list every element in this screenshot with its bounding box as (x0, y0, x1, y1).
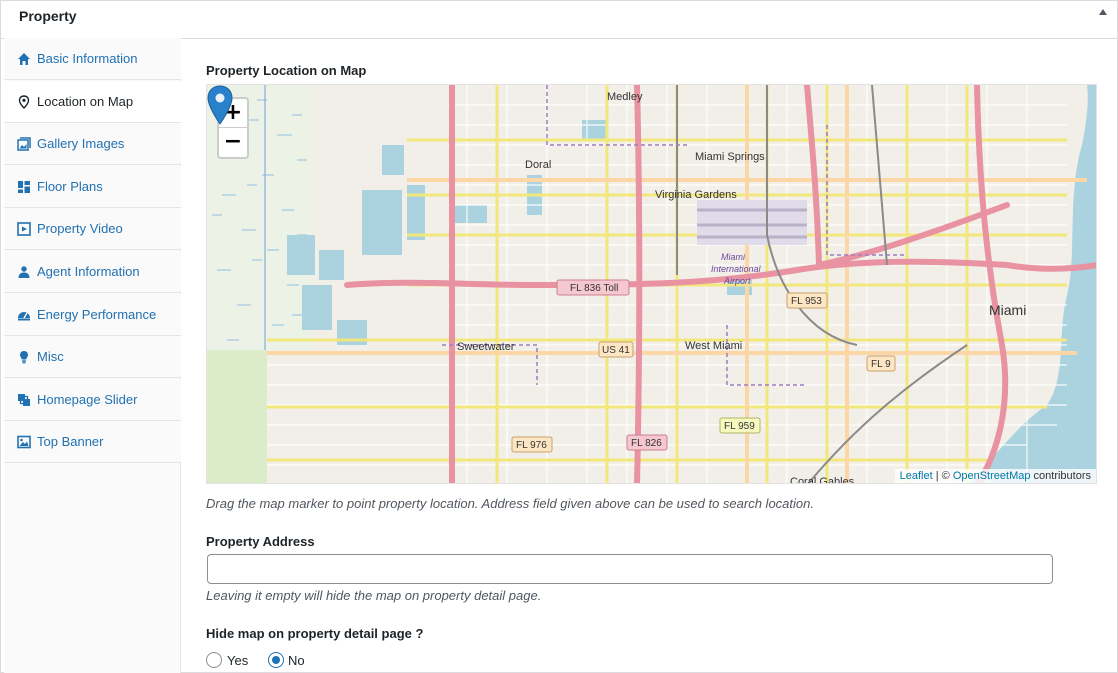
tab-agent-information[interactable]: Agent Information (4, 251, 181, 293)
leaflet-link[interactable]: Leaflet (900, 470, 933, 482)
image-icon (17, 435, 31, 449)
map-label-airport-miami: Miami (721, 252, 746, 262)
property-address-label: Property Address (206, 534, 315, 549)
gallery-icon (17, 137, 31, 151)
tab-location-on-map[interactable]: Location on Map (4, 81, 182, 123)
map-attribution: Leaflet | © OpenStreetMap contributors (894, 469, 1096, 483)
map-label-miami: Miami (989, 302, 1026, 318)
shield-fl-976: FL 976 (516, 440, 547, 451)
tab-label: Top Banner (37, 434, 104, 449)
hide-map-yes-radio[interactable] (206, 652, 222, 668)
agent-icon (18, 266, 30, 278)
video-icon (17, 222, 31, 236)
collapse-arrow-icon[interactable] (1099, 9, 1107, 15)
shield-us-41: US 41 (602, 345, 630, 356)
hide-map-no-label[interactable]: No (288, 653, 305, 668)
map-label-miami-springs: Miami Springs (695, 151, 765, 163)
tab-label: Gallery Images (37, 136, 125, 151)
map-label-doral: Doral (525, 159, 551, 171)
tab-label: Basic Information (37, 51, 138, 66)
map-label-sweetwater: Sweetwater (457, 341, 515, 353)
map-help-text: Drag the map marker to point property lo… (206, 496, 814, 511)
attribution-separator: | © (932, 470, 953, 482)
tab-label: Location on Map (37, 94, 134, 109)
hide-map-yes-label[interactable]: Yes (227, 653, 248, 668)
tab-label: Property Video (37, 221, 123, 236)
tab-label: Energy Performance (37, 307, 157, 322)
tab-label: Homepage Slider (37, 392, 138, 407)
map-section-label: Property Location on Map (206, 63, 367, 78)
map-label-west-miami: West Miami (685, 340, 742, 352)
property-address-input[interactable] (207, 554, 1053, 584)
tab-gallery-images[interactable]: Gallery Images (4, 123, 181, 165)
tab-misc[interactable]: Misc (4, 336, 181, 378)
tab-top-banner[interactable]: Top Banner (4, 421, 181, 463)
zoom-out-button[interactable]: − (219, 128, 247, 157)
metabox-header[interactable]: Property (1, 1, 1117, 39)
tab-homepage-slider[interactable]: Homepage Slider (4, 379, 181, 421)
map-label-virginia-gardens: Virginia Gardens (655, 189, 737, 201)
shield-fl-959: FL 959 (724, 421, 755, 432)
tab-property-video[interactable]: Property Video (4, 208, 181, 250)
shield-fl-826: FL 826 (631, 438, 662, 449)
map-tiles: Medley Doral Miami Springs Virginia Gard… (207, 85, 1096, 484)
hide-map-no-radio[interactable] (268, 652, 284, 668)
shield-fl-9: FL 9 (871, 359, 891, 370)
tab-floor-plans[interactable]: Floor Plans (4, 166, 181, 208)
dashboard-icon (18, 312, 30, 321)
attribution-suffix: contributors (1030, 470, 1091, 482)
tab-basic-information[interactable]: Basic Information (4, 38, 181, 80)
map-label-airport: Airport (723, 276, 751, 286)
map-label-airport-international: International (711, 264, 762, 274)
tab-label: Agent Information (37, 264, 140, 279)
hide-map-label: Hide map on property detail page ? (206, 626, 424, 641)
tabs-sidebar: Basic Information Location on Map Galler… (4, 38, 182, 673)
tab-label: Misc (37, 349, 64, 364)
shield-fl-953: FL 953 (791, 296, 822, 307)
shield-fl-836: FL 836 Toll (570, 283, 618, 294)
lightbulb-icon (20, 351, 28, 364)
slides-icon (18, 394, 30, 406)
map-label-medley: Medley (607, 91, 643, 103)
floor-plan-icon (18, 181, 30, 193)
location-map[interactable]: Medley Doral Miami Springs Virginia Gard… (206, 84, 1097, 484)
home-icon (18, 53, 30, 65)
openstreetmap-link[interactable]: OpenStreetMap (953, 470, 1031, 482)
map-label-coral-gables: Coral Gables (790, 476, 855, 484)
tab-energy-performance[interactable]: Energy Performance (4, 294, 181, 336)
metabox-title: Property (19, 8, 77, 24)
location-marker-icon[interactable] (207, 85, 233, 125)
tab-label: Floor Plans (37, 179, 103, 194)
map-pin-icon (18, 95, 30, 109)
address-help-text: Leaving it empty will hide the map on pr… (206, 588, 542, 603)
